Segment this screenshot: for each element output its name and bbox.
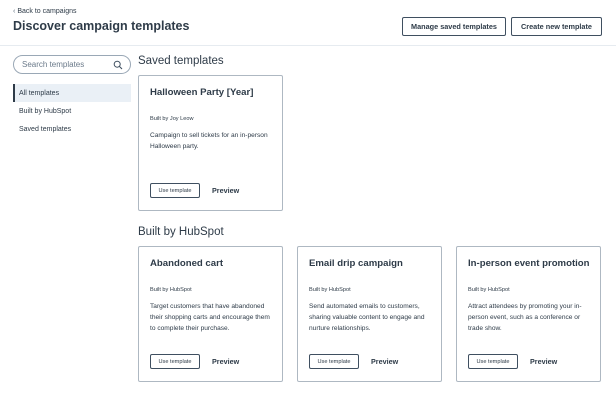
card-description: Target customers that have abandoned the…	[150, 303, 270, 332]
create-new-template-button[interactable]: Create new template	[511, 17, 602, 36]
chevron-left-icon: ‹	[13, 8, 16, 15]
back-to-campaigns-link[interactable]: ‹ Back to campaigns	[13, 8, 77, 15]
preview-link[interactable]: Preview	[530, 357, 557, 366]
preview-link[interactable]: Preview	[371, 357, 398, 366]
card-title: Halloween Party [Year]	[150, 87, 254, 98]
card-builder: Built by HubSpot	[468, 287, 510, 293]
search-box[interactable]	[13, 55, 131, 74]
card-description: Campaign to sell tickets for an in-perso…	[150, 132, 268, 150]
saved-templates-heading: Saved templates	[138, 55, 224, 67]
use-template-button[interactable]: Use template	[309, 354, 359, 369]
search-icon[interactable]	[113, 60, 123, 70]
built-by-hubspot-heading: Built by HubSpot	[138, 226, 224, 238]
template-card-email-drip: Email drip campaign Built by HubSpot Sen…	[297, 246, 442, 382]
use-template-button[interactable]: Use template	[150, 354, 200, 369]
card-description: Send automated emails to customers, shar…	[309, 303, 425, 332]
search-input[interactable]	[22, 60, 114, 69]
sidebar-item-label: Built by HubSpot	[19, 107, 72, 115]
template-card-in-person-event: In-person event promotion Built by HubSp…	[456, 246, 601, 382]
sidebar-item-all-templates[interactable]: All templates	[13, 84, 131, 102]
card-description: Attract attendees by promoting your in-p…	[468, 303, 582, 332]
sidebar-nav: All templates Built by HubSpot Saved tem…	[13, 84, 131, 138]
card-builder: Built by HubSpot	[150, 287, 192, 293]
template-card-abandoned-cart: Abandoned cart Built by HubSpot Target c…	[138, 246, 283, 382]
card-title: Email drip campaign	[309, 258, 403, 269]
sidebar-item-label: All templates	[19, 89, 60, 97]
header-divider	[0, 45, 616, 46]
use-template-button[interactable]: Use template	[150, 183, 200, 198]
sidebar-item-built-by-hubspot[interactable]: Built by HubSpot	[13, 102, 131, 120]
card-builder: Built by Joy Leow	[150, 116, 194, 122]
card-title: Abandoned cart	[150, 258, 224, 269]
card-builder: Built by HubSpot	[309, 287, 351, 293]
page-title: Discover campaign templates	[13, 19, 190, 33]
manage-saved-templates-button[interactable]: Manage saved templates	[402, 17, 506, 36]
sidebar-item-label: Saved templates	[19, 125, 72, 133]
sidebar-item-saved-templates[interactable]: Saved templates	[13, 120, 131, 138]
template-card-halloween-party: Halloween Party [Year] Built by Joy Leow…	[138, 75, 283, 211]
back-link-label: Back to campaigns	[17, 8, 77, 15]
preview-link[interactable]: Preview	[212, 357, 239, 366]
preview-link[interactable]: Preview	[212, 186, 239, 195]
card-title: In-person event promotion	[468, 258, 590, 269]
use-template-button[interactable]: Use template	[468, 354, 518, 369]
